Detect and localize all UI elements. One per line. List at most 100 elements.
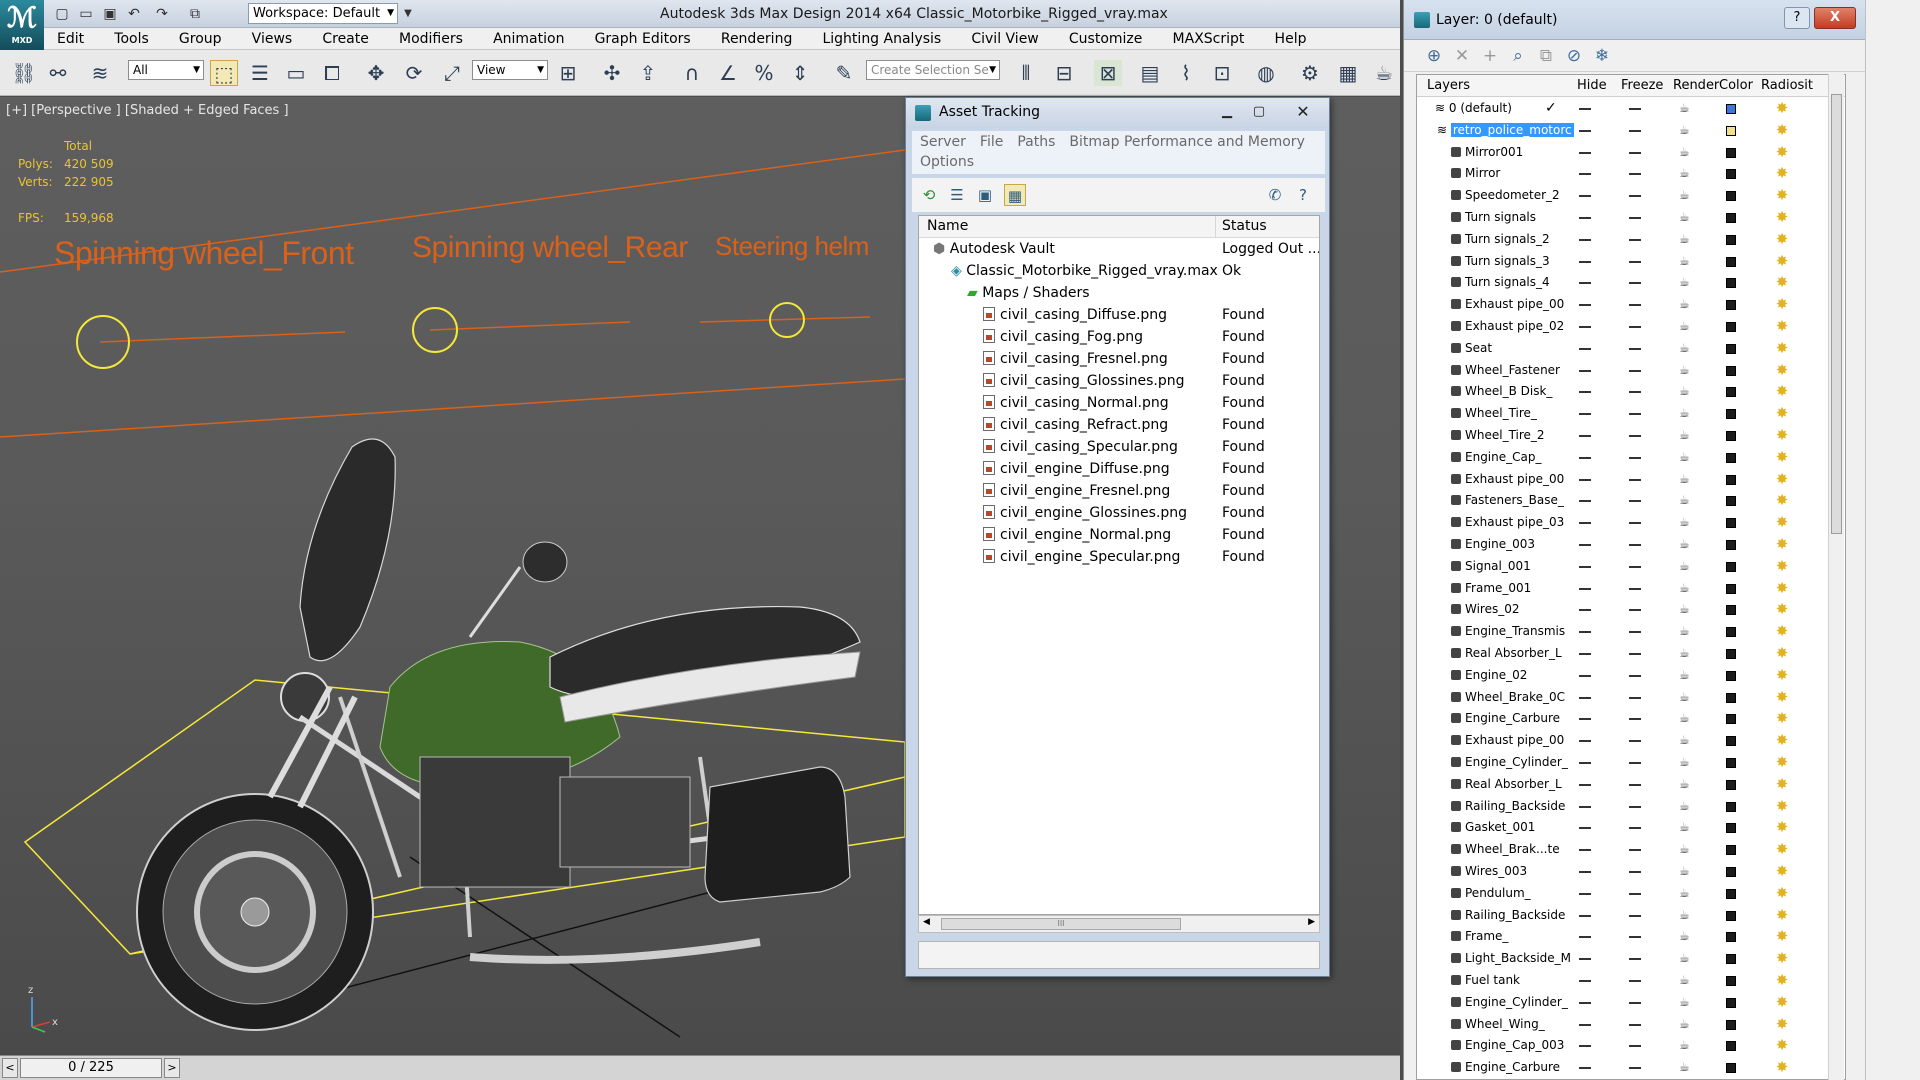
- asset-row[interactable]: civil_engine_Normal.png Found: [919, 524, 1319, 546]
- hide-toggle[interactable]: [1579, 827, 1591, 830]
- freeze-toggle[interactable]: [1629, 653, 1641, 655]
- asset-row[interactable]: civil_casing_Diffuse.png Found: [919, 304, 1319, 326]
- object-row[interactable]: Wires_003 ☕ ✸: [1417, 861, 1845, 883]
- render-teapot-icon[interactable]: ☕: [1679, 276, 1695, 288]
- keyboard-shortcut-icon[interactable]: ⇪: [634, 60, 662, 86]
- freeze-toggle[interactable]: [1629, 805, 1641, 808]
- object-row[interactable]: Wheel_Fastener ☕ ✸: [1417, 360, 1845, 382]
- color-swatch[interactable]: [1726, 910, 1736, 921]
- redo-icon[interactable]: ↷: [152, 4, 172, 24]
- horizontal-scrollbar[interactable]: ◀ III ▶: [918, 915, 1320, 933]
- freeze-toggle[interactable]: [1629, 587, 1641, 590]
- object-row[interactable]: Wheel_Tire_ ☕ ✸: [1417, 403, 1845, 425]
- render-teapot-icon[interactable]: ☕: [1679, 625, 1695, 637]
- color-swatch[interactable]: [1726, 649, 1736, 659]
- color-swatch[interactable]: [1726, 322, 1736, 332]
- freeze-toggle[interactable]: [1629, 478, 1641, 481]
- select-highlighted-icon[interactable]: ⌕: [1506, 44, 1530, 68]
- hide-toggle[interactable]: [1579, 871, 1591, 873]
- object-row[interactable]: Turn signals_3 ☕ ✸: [1417, 251, 1845, 273]
- material-editor-icon[interactable]: ◍: [1252, 60, 1280, 86]
- color-swatch[interactable]: [1726, 365, 1736, 376]
- radiosity-icon[interactable]: ✸: [1773, 840, 1791, 859]
- list-view-icon[interactable]: ☰: [946, 184, 968, 206]
- radiosity-icon[interactable]: ✸: [1773, 818, 1791, 837]
- layer-explorer-icon[interactable]: ⊠: [1094, 60, 1122, 86]
- freeze-toggle[interactable]: [1629, 173, 1641, 176]
- asset-tracking-title-bar[interactable]: Asset Tracking ▁ ▢ ✕: [906, 98, 1329, 128]
- color-swatch[interactable]: [1726, 779, 1736, 790]
- radiosity-icon[interactable]: ✸: [1773, 557, 1791, 576]
- hide-toggle[interactable]: [1579, 783, 1591, 786]
- object-row[interactable]: Exhaust pipe_00 ☕ ✸: [1417, 730, 1845, 752]
- object-row[interactable]: Engine_Transmis ☕ ✸: [1417, 621, 1845, 643]
- freeze-toggle[interactable]: [1629, 500, 1641, 503]
- radiosity-icon[interactable]: ✸: [1773, 143, 1791, 162]
- render-teapot-icon[interactable]: ☕: [1679, 712, 1695, 724]
- radiosity-icon[interactable]: ✸: [1773, 644, 1791, 663]
- freeze-toggle[interactable]: [1629, 217, 1641, 219]
- mirror-icon[interactable]: ⫴: [1012, 60, 1040, 86]
- render-teapot-icon[interactable]: ☕: [1679, 734, 1695, 746]
- render-teapot-icon[interactable]: ☕: [1679, 233, 1695, 245]
- hide-toggle[interactable]: [1579, 195, 1591, 198]
- asset-row[interactable]: civil_engine_Specular.png Found: [919, 546, 1319, 568]
- create-layer-icon[interactable]: ⊕: [1422, 44, 1446, 68]
- thumbnail-view-icon[interactable]: ▣: [974, 184, 996, 206]
- scale-icon[interactable]: ⤢: [438, 60, 466, 86]
- freeze-toggle[interactable]: [1629, 914, 1641, 917]
- freeze-toggle[interactable]: [1629, 304, 1641, 307]
- minimize-icon[interactable]: ▁: [1212, 102, 1242, 122]
- project-folder-icon[interactable]: ⧉: [185, 4, 205, 24]
- color-swatch[interactable]: [1726, 343, 1736, 354]
- column-status[interactable]: Status: [1222, 218, 1267, 234]
- freeze-toggle[interactable]: [1629, 456, 1641, 459]
- column-name[interactable]: Name: [927, 218, 968, 234]
- asset-menu-paths[interactable]: Paths: [1009, 131, 1061, 151]
- freeze-toggle[interactable]: [1629, 326, 1641, 328]
- render-teapot-icon[interactable]: ☕: [1679, 669, 1695, 681]
- hide-toggle[interactable]: [1579, 151, 1591, 154]
- column-hide[interactable]: Hide: [1577, 78, 1607, 93]
- asset-row[interactable]: civil_casing_Specular.png Found: [919, 436, 1319, 458]
- freeze-toggle[interactable]: [1629, 151, 1641, 154]
- object-row[interactable]: Mirror ☕ ✸: [1417, 163, 1845, 185]
- object-row[interactable]: Fasteners_Base_ ☕ ✸: [1417, 490, 1845, 512]
- rectangular-selection-icon[interactable]: ▭: [282, 60, 310, 86]
- menu-civil-view[interactable]: Civil View: [958, 28, 1051, 50]
- help-icon[interactable]: ?: [1292, 184, 1314, 206]
- color-swatch[interactable]: [1726, 605, 1736, 616]
- workspace-dropdown[interactable]: Workspace: Default ▼: [248, 3, 398, 24]
- menu-create[interactable]: Create: [309, 28, 382, 50]
- radiosity-icon[interactable]: ✸: [1773, 884, 1791, 903]
- freeze-all-icon[interactable]: ❄: [1590, 44, 1614, 68]
- bind-space-warp-icon[interactable]: ≋: [86, 60, 114, 86]
- color-swatch[interactable]: [1726, 278, 1736, 289]
- asset-row[interactable]: ⬢ Autodesk Vault Logged Out ...: [919, 238, 1319, 260]
- color-swatch[interactable]: [1726, 104, 1736, 114]
- object-row[interactable]: Exhaust pipe_00 ☕ ✸: [1417, 294, 1845, 316]
- rendered-frame-window-icon[interactable]: ▦: [1334, 60, 1362, 86]
- align-icon[interactable]: ⊟: [1050, 60, 1078, 86]
- render-teapot-icon[interactable]: ☕: [1679, 364, 1695, 376]
- color-swatch[interactable]: [1726, 976, 1736, 986]
- radiosity-icon[interactable]: ✸: [1773, 906, 1791, 925]
- color-swatch[interactable]: [1726, 234, 1736, 245]
- curve-editor-icon[interactable]: ⌇: [1172, 60, 1200, 86]
- hide-toggle[interactable]: [1579, 718, 1591, 721]
- object-row[interactable]: Wheel_Tire_2 ☕ ✸: [1417, 425, 1845, 447]
- radiosity-icon[interactable]: ✸: [1773, 121, 1791, 140]
- render-production-icon[interactable]: ☕: [1370, 60, 1398, 86]
- freeze-toggle[interactable]: [1629, 871, 1641, 873]
- object-row[interactable]: Exhaust pipe_02 ☕ ✸: [1417, 316, 1845, 338]
- menu-help[interactable]: Help: [1262, 28, 1320, 50]
- color-swatch[interactable]: [1726, 561, 1736, 572]
- color-swatch[interactable]: [1726, 213, 1736, 223]
- color-swatch[interactable]: [1726, 801, 1736, 812]
- hide-toggle[interactable]: [1579, 326, 1591, 328]
- link-icon[interactable]: ⛓: [10, 60, 38, 86]
- object-row[interactable]: Turn signals_4 ☕ ✸: [1417, 272, 1845, 294]
- hide-toggle[interactable]: [1579, 631, 1591, 634]
- render-teapot-icon[interactable]: ☕: [1679, 451, 1695, 463]
- hide-toggle[interactable]: [1579, 304, 1591, 307]
